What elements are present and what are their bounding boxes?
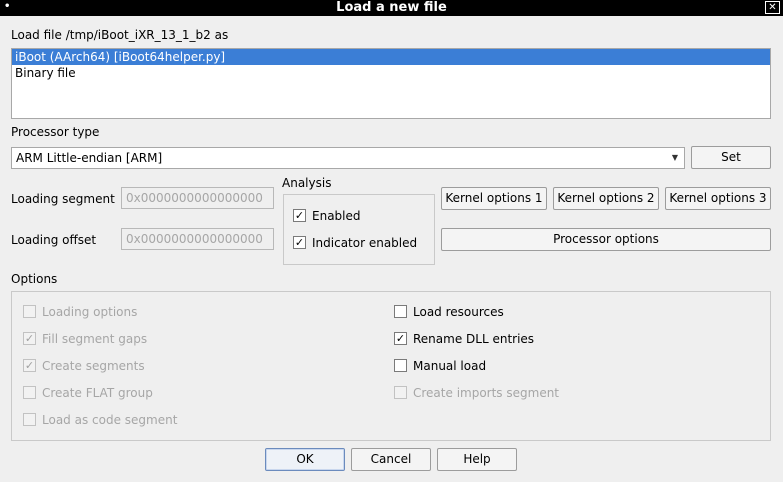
create-flat-group-checkbox[interactable] xyxy=(23,386,36,399)
help-button[interactable]: Help xyxy=(437,448,517,471)
processor-options-button[interactable]: Processor options xyxy=(441,228,771,251)
fill-segment-gaps-checkbox[interactable]: ✓ xyxy=(23,332,36,345)
manual-load-checkbox[interactable] xyxy=(394,359,407,372)
loader-list[interactable]: iBoot (AArch64) [iBoot64helper.py] Binar… xyxy=(11,48,771,119)
fill-segment-gaps-label: Fill segment gaps xyxy=(42,332,148,346)
close-icon[interactable]: ✕ xyxy=(765,1,780,14)
enabled-checkbox[interactable]: ✓ xyxy=(293,209,306,222)
window-title: Load a new file xyxy=(336,0,447,15)
load-as-code-segment-label: Load as code segment xyxy=(42,413,178,427)
indicator-enabled-checkbox[interactable]: ✓ xyxy=(293,236,306,249)
title-bar: • Load a new file ✕ xyxy=(0,0,783,16)
analysis-group xyxy=(283,194,435,265)
cancel-button[interactable]: Cancel xyxy=(351,448,431,471)
chevron-down-icon[interactable]: ▼ xyxy=(672,148,678,168)
loading-options-label: Loading options xyxy=(42,305,138,319)
processor-type-label: Processor type xyxy=(11,125,100,139)
options-title: Options xyxy=(11,272,58,286)
loader-item-binary[interactable]: Binary file xyxy=(12,65,770,81)
rename-dll-entries-checkbox[interactable]: ✓ xyxy=(394,332,407,345)
create-imports-segment-label: Create imports segment xyxy=(413,386,560,400)
create-imports-segment-checkbox[interactable] xyxy=(394,386,407,399)
loader-item-iboot[interactable]: iBoot (AArch64) [iBoot64helper.py] xyxy=(12,49,770,65)
window-menu-icon[interactable]: • xyxy=(4,0,10,14)
manual-load-label: Manual load xyxy=(413,359,487,373)
load-resources-checkbox[interactable] xyxy=(394,305,407,318)
enabled-label: Enabled xyxy=(312,209,361,223)
processor-type-value: ARM Little-endian [ARM] xyxy=(16,151,163,165)
create-segments-label: Create segments xyxy=(42,359,145,373)
kernel-options-2-button[interactable]: Kernel options 2 xyxy=(553,187,659,210)
analysis-title: Analysis xyxy=(282,176,332,190)
set-processor-button[interactable]: Set xyxy=(691,146,771,169)
loading-offset-input[interactable]: 0x0000000000000000 xyxy=(121,228,274,250)
ok-button[interactable]: OK xyxy=(265,448,345,471)
processor-type-select[interactable]: ARM Little-endian [ARM] ▼ xyxy=(11,147,685,169)
kernel-options-1-button[interactable]: Kernel options 1 xyxy=(441,187,547,210)
create-segments-checkbox[interactable]: ✓ xyxy=(23,359,36,372)
load-file-label: Load file /tmp/iBoot_iXR_13_1_b2 as xyxy=(11,28,229,42)
kernel-options-3-button[interactable]: Kernel options 3 xyxy=(665,187,771,210)
loading-options-checkbox[interactable] xyxy=(23,305,36,318)
rename-dll-entries-label: Rename DLL entries xyxy=(413,332,535,346)
loading-segment-label: Loading segment xyxy=(11,192,115,206)
indicator-enabled-label: Indicator enabled xyxy=(312,236,418,250)
loading-segment-input[interactable]: 0x0000000000000000 xyxy=(121,187,274,209)
create-flat-group-label: Create FLAT group xyxy=(42,386,153,400)
load-resources-label: Load resources xyxy=(413,305,504,319)
loading-offset-label: Loading offset xyxy=(11,233,97,247)
load-as-code-segment-checkbox[interactable] xyxy=(23,413,36,426)
